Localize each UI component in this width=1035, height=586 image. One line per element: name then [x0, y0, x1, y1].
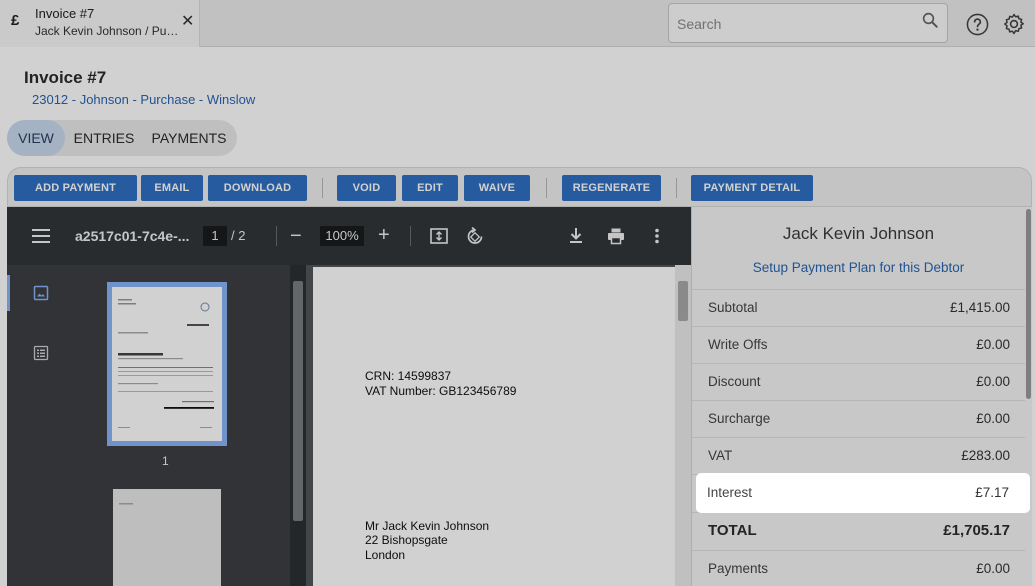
close-icon[interactable]: ✕ [181, 11, 194, 31]
pdf-toolbar-divider [276, 226, 277, 246]
edit-button[interactable]: EDIT [402, 175, 458, 201]
thumbnail-preview-graphic [119, 503, 133, 505]
summary-label: VAT [708, 448, 733, 463]
address-street: 22 Bishopsgate [365, 533, 448, 547]
action-toolbar: ADD PAYMENT EMAIL DOWNLOAD VOID EDIT WAI… [7, 167, 1032, 207]
toolbar-divider [546, 178, 547, 198]
vat-number-text: VAT Number: GB123456789 [365, 384, 517, 398]
outline-icon[interactable] [33, 345, 49, 361]
tab-payments[interactable]: PAYMENTS [147, 120, 231, 156]
summary-label: Discount [708, 374, 761, 389]
tab-view[interactable]: VIEW [7, 120, 65, 156]
address-name: Mr Jack Kevin Johnson [365, 519, 490, 533]
thumbnail-page-label: 1 [162, 454, 169, 468]
document-scrollbar[interactable] [675, 265, 691, 586]
summary-row-discount: Discount £0.00 [692, 363, 1025, 400]
summary-row-subtotal: Subtotal £1,415.00 [692, 289, 1025, 326]
view-tabs: VIEW ENTRIES PAYMENTS [7, 120, 237, 156]
download-icon[interactable] [566, 226, 586, 246]
pound-icon: £ [11, 12, 20, 29]
summary-scrollbar[interactable] [1025, 207, 1033, 586]
tab-entries[interactable]: ENTRIES [69, 120, 139, 156]
summary-value: £0.00 [976, 337, 1010, 352]
page-number-input[interactable]: 1 [203, 226, 227, 246]
summary-value: £1,705.17 [943, 522, 1010, 539]
void-button[interactable]: VOID [337, 175, 396, 201]
summary-label: Surcharge [708, 411, 771, 426]
tab-subtitle: Jack Kevin Johnson / Purchase [35, 24, 180, 38]
summary-row-write-offs: Write Offs £0.00 [692, 326, 1025, 363]
top-bar: £ Invoice #7 Jack Kevin Johnson / Purcha… [0, 0, 1035, 47]
setup-payment-plan-link[interactable]: Setup Payment Plan for this Debtor [692, 260, 1025, 275]
pdf-viewer: a2517c01-7c4e-... 1 / 2 − 100% + 1 CRN: … [7, 207, 691, 586]
rotate-icon[interactable] [465, 226, 485, 246]
regenerate-button[interactable]: REGENERATE [562, 175, 661, 201]
more-options-icon[interactable] [647, 226, 667, 246]
page-total: / 2 [231, 228, 246, 243]
address-city: London [365, 548, 406, 562]
add-payment-button[interactable]: ADD PAYMENT [14, 175, 137, 201]
thumbnails-icon[interactable] [33, 285, 49, 301]
summary-value: £0.00 [976, 561, 1010, 576]
search-box [668, 3, 948, 43]
download-button[interactable]: DOWNLOAD [208, 175, 307, 201]
toolbar-divider [676, 178, 677, 198]
invoice-summary-panel: Jack Kevin Johnson Setup Payment Plan fo… [691, 207, 1032, 586]
summary-label: Write Offs [708, 337, 768, 352]
summary-row-interest: Interest £7.17 [696, 473, 1030, 513]
thumbnail-preview-graphic [118, 299, 214, 428]
pdf-toolbar: a2517c01-7c4e-... 1 / 2 − 100% + [7, 207, 691, 265]
thumbnail-sidebar: 1 [7, 265, 290, 586]
pdf-page: CRN: 14599837 VAT Number: GB123456789 Mr… [313, 267, 677, 586]
fit-page-icon[interactable] [429, 226, 449, 246]
search-input[interactable] [677, 14, 917, 34]
pdf-toolbar-divider [410, 226, 411, 246]
summary-value: £1,415.00 [949, 300, 1010, 315]
crn-text: CRN: 14599837 [365, 369, 452, 383]
summary-label: Interest [707, 485, 753, 500]
summary-label: Payments [708, 561, 769, 576]
breadcrumb[interactable]: 23012 - Johnson - Purchase - Winslow [32, 92, 255, 107]
summary-value: £283.00 [961, 448, 1010, 463]
thumbnail-page-preview [112, 287, 222, 441]
summary-row-vat: VAT £283.00 [692, 437, 1025, 474]
payment-detail-button[interactable]: PAYMENT DETAIL [691, 175, 813, 201]
zoom-input[interactable]: 100% [320, 226, 364, 246]
pdf-filename: a2517c01-7c4e-... [75, 228, 190, 244]
waive-button[interactable]: WAIVE [464, 175, 530, 201]
summary-value: £0.00 [976, 411, 1010, 426]
zoom-out-icon[interactable]: − [290, 226, 302, 246]
invoice-tab[interactable]: £ Invoice #7 Jack Kevin Johnson / Purcha… [0, 0, 200, 47]
toolbar-divider [322, 178, 323, 198]
summary-row-total: TOTAL £1,705.17 [692, 512, 1025, 549]
summary-row-payments: Payments £0.00 [692, 550, 1025, 586]
gear-icon[interactable] [1002, 12, 1026, 36]
page-thumbnail-1[interactable] [107, 282, 227, 446]
sidebar-scrollbar[interactable] [290, 265, 306, 586]
menu-icon[interactable] [32, 228, 50, 244]
help-icon[interactable] [966, 13, 989, 36]
tab-title: Invoice #7 [35, 6, 95, 21]
summary-label: TOTAL [708, 522, 757, 539]
page-title: Invoice #7 [24, 68, 107, 87]
summary-label: Subtotal [708, 300, 758, 315]
zoom-in-icon[interactable]: + [378, 225, 390, 245]
page-thumbnail-2[interactable] [113, 489, 221, 586]
summary-row-surcharge: Surcharge £0.00 [692, 400, 1025, 437]
pdf-document-area: CRN: 14599837 VAT Number: GB123456789 Mr… [306, 265, 691, 586]
email-button[interactable]: EMAIL [141, 175, 203, 201]
debtor-name: Jack Kevin Johnson [782, 224, 935, 243]
summary-value: £0.00 [976, 374, 1010, 389]
sidebar-selection-indicator [7, 275, 10, 311]
summary-value: £7.17 [975, 485, 1009, 500]
print-icon[interactable] [606, 226, 626, 246]
search-icon[interactable] [921, 11, 939, 29]
